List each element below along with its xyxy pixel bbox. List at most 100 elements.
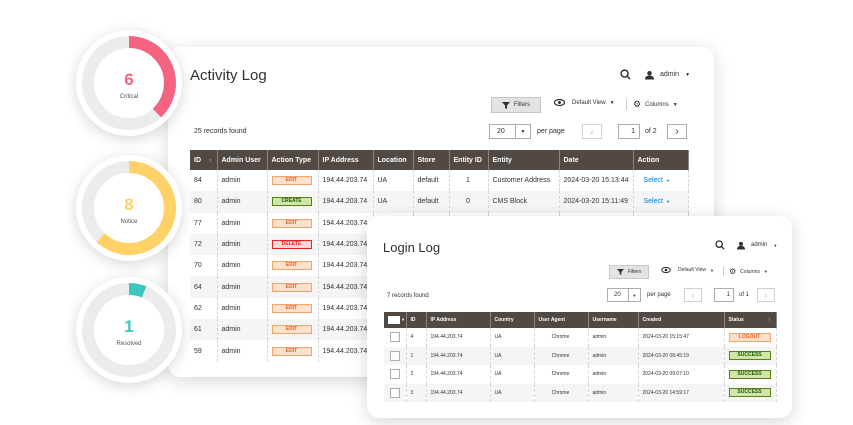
chevron-down-icon[interactable]: ▼ [773, 243, 777, 248]
select-action-link[interactable]: Select ▼ [644, 177, 670, 184]
cell-action-type: DELETE [267, 233, 319, 256]
col-location[interactable]: Location [373, 150, 414, 170]
cell-country: UA [490, 346, 535, 365]
cell-id: 61 [190, 319, 218, 341]
cell-ip: 194.44.203.74 [426, 365, 491, 384]
page-input[interactable]: 1 [618, 124, 640, 139]
col-id[interactable]: ID [406, 312, 427, 328]
per-page-label: per page [537, 128, 565, 135]
search-icon[interactable] [620, 69, 631, 80]
col-entity-id[interactable]: Entity ID [449, 150, 489, 170]
cell-location: UA [373, 191, 414, 213]
cell-action-type: CREATE [267, 191, 319, 213]
gauge-label: Critical [119, 94, 139, 100]
action-type-badge: EDIT [271, 303, 312, 313]
row-checkbox[interactable] [389, 350, 400, 361]
row-checkbox[interactable] [389, 369, 400, 380]
filters-label: Filters [513, 102, 531, 108]
cell-ip: 194.44.203.74 [318, 340, 374, 362]
cell-id: 3 [406, 383, 427, 402]
select-label: Select [643, 198, 663, 206]
col-ip-address[interactable]: IP Address [318, 150, 374, 170]
prev-page-button[interactable]: ‹ [582, 124, 602, 139]
cell-entity-id: 1 [449, 170, 489, 192]
gauge-value: 6 [124, 70, 134, 89]
action-type-badge: EDIT [271, 176, 312, 186]
col-admin-user[interactable]: Admin User [217, 150, 268, 170]
chevron-down-icon[interactable]: ▼ [685, 72, 690, 78]
col-country[interactable]: Country [490, 312, 535, 328]
login-view-selector[interactable]: Default View ▼ [661, 267, 714, 273]
row-checkbox[interactable] [389, 387, 400, 398]
cell-ip: 194.44.203.74 [318, 191, 374, 213]
cell-country: UA [490, 365, 535, 384]
login-filters-button[interactable]: Filters [609, 265, 649, 279]
cell-ip: 194.44.203.74 [318, 212, 374, 234]
cell-store: default [413, 191, 450, 213]
select-action-link[interactable]: Select ▼ [644, 198, 670, 205]
col-username[interactable]: Username [588, 312, 639, 328]
status-badge: LOGOUT [728, 332, 771, 342]
col-mass-select[interactable]: ▼ [384, 312, 407, 328]
table-row: 84 admin EDIT 194.44.203.74 UA default 1 Custom… [190, 170, 689, 192]
cell-id: 64 [190, 276, 218, 298]
col-status[interactable]: Status ↑ [724, 312, 777, 328]
login-next-page-button[interactable]: › [757, 288, 775, 302]
col-user-agent[interactable]: User Agent [534, 312, 589, 328]
col-store[interactable]: Store [413, 150, 450, 170]
cell-country: UA [490, 328, 535, 347]
filter-icon [501, 101, 510, 109]
next-page-button[interactable]: › [667, 124, 687, 139]
cell-action-type: EDIT [267, 297, 319, 320]
login-page-input[interactable]: 1 [714, 288, 734, 302]
cell-ip: 194.44.203.74 [318, 233, 374, 256]
cell-ip: 194.44.203.74 [318, 276, 374, 298]
records-count: 25 records found [194, 128, 247, 135]
user-menu[interactable]: admin [660, 71, 679, 78]
row-checkbox[interactable] [389, 332, 400, 343]
notice-gauge: 8 Notice [76, 155, 182, 261]
table-row: 3 194.44.203.74 UA Chrome admin 2024-03-20 14… [384, 383, 777, 402]
cell-created: 2024-03-20 15:15:47 [638, 328, 725, 347]
table-row: 2 194.44.203.74 UA Chrome admin 2024-03-20 09… [384, 365, 777, 384]
per-page-select[interactable]: 20 ▼ [489, 124, 531, 139]
cell-select [384, 328, 407, 347]
status-badge: SUCCESS [728, 388, 771, 398]
cell-action-type: EDIT [267, 319, 319, 341]
cell-ip: 194.44.203.74 [426, 383, 491, 402]
cell-country: UA [490, 383, 535, 402]
login-columns-selector[interactable]: ⚙ Columns ▼ [723, 267, 768, 276]
cell-user-agent: Chrome [534, 383, 589, 402]
columns-selector[interactable]: ⚙ Columns ▼ [626, 99, 678, 110]
action-type-badge: EDIT [271, 346, 312, 356]
search-icon[interactable] [715, 240, 725, 250]
login-prev-page-button[interactable]: ‹ [684, 288, 702, 302]
cell-status: SUCCESS [724, 346, 777, 365]
col-action-type[interactable]: Action Type [267, 150, 319, 170]
col-ip-address[interactable]: IP Address [426, 312, 491, 328]
chevron-down-icon: ▼ [515, 125, 530, 138]
login-per-page-select[interactable]: 20 ▼ [607, 288, 641, 302]
user-icon[interactable] [737, 241, 745, 250]
filters-label: Filters [627, 269, 642, 275]
col-created[interactable]: Created [638, 312, 725, 328]
cell-id: 4 [406, 328, 427, 347]
cell-action-type: EDIT [267, 276, 319, 298]
page-title: Activity Log [190, 67, 267, 84]
cell-action-type: EDIT [267, 212, 319, 234]
mass-select-checkbox[interactable] [388, 316, 400, 324]
col-entity[interactable]: Entity [488, 150, 560, 170]
cell-admin-user: admin [217, 276, 268, 298]
cell-admin-user: admin [217, 340, 268, 362]
user-icon[interactable] [645, 70, 654, 80]
filters-button[interactable]: Filters [491, 97, 541, 113]
view-selector[interactable]: Default View ▼ [554, 99, 615, 106]
cell-id: 62 [190, 297, 218, 320]
cell-username: admin [588, 383, 639, 402]
col-date[interactable]: Date [559, 150, 634, 170]
col-id[interactable]: ID ↑ [190, 150, 218, 170]
cell-user-agent: Chrome [534, 365, 589, 384]
user-menu[interactable]: admin [751, 242, 767, 248]
status-badge: SUCCESS [728, 351, 771, 361]
page-total: of 2 [645, 128, 657, 135]
